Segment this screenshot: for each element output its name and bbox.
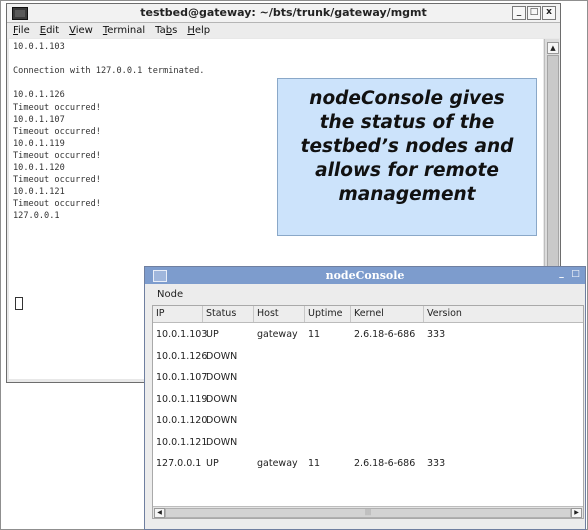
cell-ip: 10.0.1.120 xyxy=(156,415,208,426)
column-header-host[interactable]: Host xyxy=(254,306,305,322)
close-button[interactable]: x xyxy=(542,6,556,20)
terminal-line: Timeout occurred! xyxy=(13,175,101,186)
window-icon xyxy=(153,270,167,282)
minimize-button[interactable]: _ xyxy=(556,269,567,280)
table-row[interactable]: 10.0.1.103 UP gateway 11 2.6.18-6-686 333 xyxy=(153,325,583,344)
cell-host: gateway xyxy=(257,458,298,469)
terminal-line: Connection with 127.0.0.1 terminated. xyxy=(13,66,205,77)
column-header-uptime[interactable]: Uptime xyxy=(305,306,351,322)
column-header-version[interactable]: Version xyxy=(424,306,583,322)
terminal-line: 10.0.1.119 xyxy=(13,138,65,149)
cell-uptime: 11 xyxy=(308,458,321,469)
cell-status: UP xyxy=(206,329,219,340)
maximize-button[interactable]: □ xyxy=(527,6,541,20)
callout-line: management xyxy=(338,184,476,205)
menu-help[interactable]: Help xyxy=(187,23,210,38)
terminal-title: testbed@gateway: ~/bts/trunk/gateway/mgm… xyxy=(140,6,427,19)
table-row[interactable]: 10.0.1.121 DOWN xyxy=(153,433,583,452)
annotation-callout: nodeConsole gives the status of the test… xyxy=(277,78,537,236)
cell-status: DOWN xyxy=(206,415,238,426)
cell-status: DOWN xyxy=(206,393,238,405)
cell-status: DOWN xyxy=(206,350,238,362)
terminal-line: Timeout occurred! xyxy=(13,150,101,161)
cell-kernel: 2.6.18-6-686 xyxy=(354,458,416,469)
cell-status: UP xyxy=(206,458,219,469)
callout-line: the status of the xyxy=(319,112,495,133)
terminal-line: 10.0.1.121 xyxy=(13,187,65,198)
maximize-button[interactable]: □ xyxy=(570,269,581,280)
terminal-line: 10.0.1.103 xyxy=(13,42,65,52)
terminal-menubar: File Edit View Terminal Tabs Help xyxy=(7,23,560,38)
scroll-left-icon[interactable]: ◀ xyxy=(154,508,165,518)
cell-ip: 127.0.0.1 xyxy=(156,458,202,469)
menu-edit[interactable]: Edit xyxy=(40,23,59,38)
callout-line: nodeConsole gives xyxy=(309,88,505,109)
nodeconsole-title: nodeConsole xyxy=(325,269,405,282)
terminal-icon xyxy=(12,7,28,20)
nodeconsole-window[interactable]: nodeConsole _ □ Node IP Status Host Upti… xyxy=(144,266,586,530)
scrollbar-thumb[interactable]: ||| xyxy=(165,508,571,518)
menu-file[interactable]: File xyxy=(13,23,30,38)
table-row[interactable]: 10.0.1.126 DOWN xyxy=(153,347,583,366)
table-row[interactable]: 10.0.1.107 DOWN xyxy=(153,368,583,387)
terminal-line: Timeout occurred! xyxy=(13,199,101,210)
terminal-cursor xyxy=(15,297,23,310)
scrollbar-thumb[interactable] xyxy=(547,55,559,277)
terminal-line: 10.0.1.107 xyxy=(13,114,65,125)
terminal-line: 10.0.1.126 xyxy=(13,90,65,101)
column-header-ip[interactable]: IP xyxy=(153,306,203,322)
cell-ip: 10.0.1.121 xyxy=(156,436,208,448)
cell-uptime: 11 xyxy=(308,329,321,340)
cell-host: gateway xyxy=(257,329,298,340)
terminal-line: 127.0.0.1 xyxy=(13,211,60,222)
cell-status: DOWN xyxy=(206,372,238,383)
table-header: IP Status Host Uptime Kernel Version xyxy=(153,306,583,323)
cell-ip: 10.0.1.126 xyxy=(156,350,208,362)
terminal-line: 10.0.1.120 xyxy=(13,163,65,173)
node-table[interactable]: IP Status Host Uptime Kernel Version 10.… xyxy=(152,305,584,519)
cell-ip: 10.0.1.103 xyxy=(156,329,208,340)
menu-terminal[interactable]: Terminal xyxy=(103,23,145,38)
terminal-line: Timeout occurred! xyxy=(13,102,101,113)
callout-line: allows for remote xyxy=(315,160,499,181)
table-row[interactable]: 127.0.0.1 UP gateway 11 2.6.18-6-686 333 xyxy=(153,454,583,473)
cell-ip: 10.0.1.107 xyxy=(156,372,208,383)
terminal-line: Timeout occurred! xyxy=(13,126,101,137)
column-header-status[interactable]: Status xyxy=(203,306,254,322)
menu-view[interactable]: View xyxy=(69,23,93,38)
minimize-button[interactable]: _ xyxy=(512,6,526,20)
callout-line: testbed’s nodes and xyxy=(300,136,514,157)
cell-version: 333 xyxy=(427,458,446,469)
cell-version: 333 xyxy=(427,329,446,340)
cell-status: DOWN xyxy=(206,436,238,448)
cell-ip: 10.0.1.119 xyxy=(156,393,208,405)
scroll-up-icon[interactable]: ▲ xyxy=(547,42,559,54)
table-row[interactable]: 10.0.1.119 DOWN xyxy=(153,390,583,409)
menu-tabs[interactable]: Tabs xyxy=(155,23,177,38)
column-header-kernel[interactable]: Kernel xyxy=(351,306,424,322)
menu-node[interactable]: Node xyxy=(157,289,183,300)
horizontal-scrollbar[interactable]: ◀ ||| ▶ xyxy=(153,506,583,518)
cell-kernel: 2.6.18-6-686 xyxy=(354,329,416,340)
nodeconsole-titlebar[interactable]: nodeConsole _ □ xyxy=(145,267,585,284)
table-row[interactable]: 10.0.1.120 DOWN xyxy=(153,411,583,430)
scroll-right-icon[interactable]: ▶ xyxy=(571,508,582,518)
terminal-titlebar[interactable]: testbed@gateway: ~/bts/trunk/gateway/mgm… xyxy=(7,4,560,23)
